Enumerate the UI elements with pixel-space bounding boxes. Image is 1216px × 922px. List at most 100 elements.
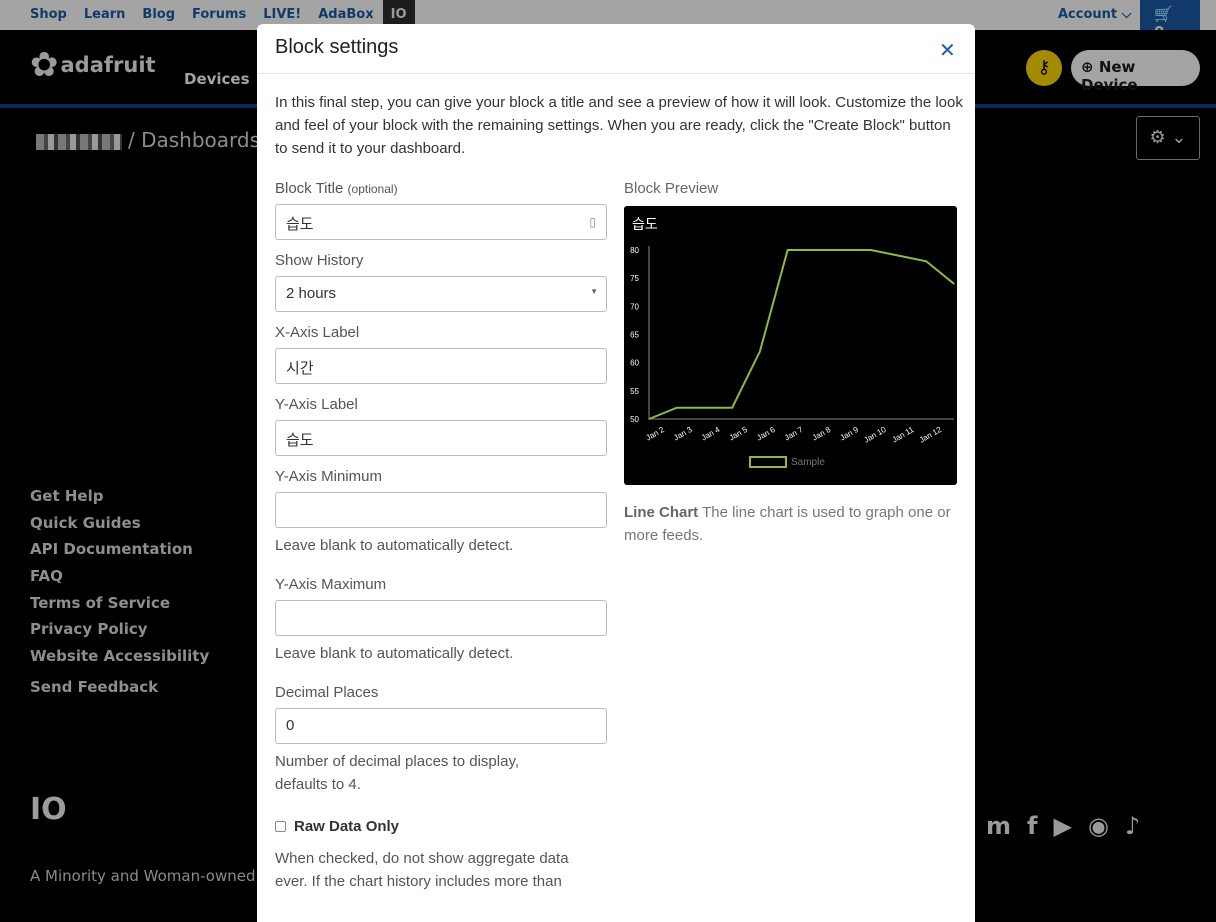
x-tick-label: Jan 4 <box>700 425 722 443</box>
caret-down-icon: ▼ <box>590 287 598 296</box>
preview-chart-title: 습도 <box>632 216 658 232</box>
chart-description: Line Chart The line chart is used to gra… <box>624 501 957 547</box>
optional-tag: (optional) <box>347 182 398 196</box>
data-point <box>814 249 816 251</box>
footer-link-terms[interactable]: Terms of Service <box>30 594 209 621</box>
raw-data-label: Raw Data Only <box>294 818 400 835</box>
youtube-icon[interactable]: ▶ <box>1053 812 1071 840</box>
mastodon-icon[interactable]: m <box>986 812 1011 840</box>
raw-data-help: When checked, do not show aggregate data… <box>275 850 569 890</box>
decimal-places-label: Decimal Places <box>275 684 379 701</box>
adafruit-star-icon: ✿ <box>30 45 59 85</box>
adafruit-logo[interactable]: ✿ adafruit <box>30 45 156 85</box>
modal-title: Block settings <box>275 36 399 58</box>
footer-link-api-docs[interactable]: API Documentation <box>30 540 209 567</box>
legend-label: Sample <box>791 457 825 468</box>
redacted-username <box>36 133 122 150</box>
tiktok-icon[interactable]: ♪ <box>1125 812 1140 840</box>
modal-header: Block settings ✕ <box>257 24 975 74</box>
gear-icon: ⚙ <box>1149 127 1166 148</box>
x-tick-label: Jan 7 <box>783 425 805 443</box>
decimal-places-value: 0 <box>286 717 295 734</box>
legend-swatch <box>749 456 787 468</box>
modal-intro: In this final step, you can give your bl… <box>275 94 963 157</box>
account-menu[interactable]: Account ⌵ <box>1058 7 1132 22</box>
chevron-down-icon: ⌄ <box>1171 127 1187 148</box>
footer-tagline: A Minority and Woman-owned <box>30 867 256 885</box>
y-axis-label-label: Y-Axis Label <box>275 396 358 413</box>
data-point <box>731 407 733 409</box>
block-title-label: Block Title (optional) <box>275 180 398 197</box>
footer-link-faq[interactable]: FAQ <box>30 567 209 594</box>
y-tick-label: 80 <box>630 246 639 255</box>
x-tick-label: Jan 8 <box>811 425 833 443</box>
footer-link-send-feedback[interactable]: Send Feedback <box>30 678 209 705</box>
close-icon[interactable]: ✕ <box>939 38 956 62</box>
y-tick-label: 70 <box>630 302 639 311</box>
y-tick-label: 55 <box>630 387 639 396</box>
nav-blog[interactable]: Blog <box>142 7 175 30</box>
key-icon[interactable]: ⚷ <box>1026 50 1062 86</box>
data-point <box>897 255 900 257</box>
data-point <box>953 283 955 285</box>
data-point <box>648 418 650 420</box>
facebook-icon[interactable]: f <box>1027 812 1037 840</box>
breadcrumb-dashboards[interactable]: / Dashboards <box>128 128 260 152</box>
x-tick-label: Jan 9 <box>838 425 860 443</box>
preview-column: Block Preview 습도 50 55 60 65 70 75 80 Jan 2 Jan … <box>624 180 957 547</box>
social-links: m f ▶ ◉ ♪ <box>986 812 1140 840</box>
line-chart: 50 55 60 65 70 75 80 Jan 2 Jan 3 Jan 4 Jan 5 Jan 6 J… <box>630 246 955 468</box>
x-tick-label: Jan 3 <box>672 425 694 443</box>
nav-forums[interactable]: Forums <box>192 7 246 30</box>
footer-link-accessibility[interactable]: Website Accessibility <box>30 647 209 674</box>
y-axis-min-input[interactable] <box>275 492 607 528</box>
raw-data-checkbox[interactable] <box>275 821 286 832</box>
nav-learn[interactable]: Learn <box>84 7 126 30</box>
devices-link[interactable]: Devices <box>184 70 250 88</box>
decimal-places-input[interactable]: 0 <box>275 708 607 744</box>
plus-circle-icon: ⊕ <box>1081 58 1094 76</box>
github-icon[interactable]: ◉ <box>1088 812 1109 840</box>
chart-type-name: Line Chart <box>624 504 699 521</box>
footer-links: Get Help Quick Guides API Documentation … <box>30 487 209 705</box>
block-title-value: 습도 <box>286 216 314 233</box>
y-tick-label: 75 <box>630 274 639 283</box>
y-axis-max-label: Y-Axis Maximum <box>275 576 387 593</box>
data-point <box>870 249 872 251</box>
footer-link-get-help[interactable]: Get Help <box>30 487 209 514</box>
decimal-places-help: Number of decimal places to display, def… <box>275 753 519 793</box>
x-axis-label-value: 시간 <box>286 360 314 377</box>
block-title-input[interactable]: 습도 ▯ <box>275 204 607 240</box>
block-preview-label: Block Preview <box>624 180 719 197</box>
data-point <box>759 350 761 352</box>
raw-data-row: Raw Data Only <box>275 818 607 835</box>
new-device-button[interactable]: ⊕ New Device <box>1071 50 1200 94</box>
block-preview: 습도 50 55 60 65 70 75 80 Jan 2 Jan 3 Jan 4 Jan 5 Jan… <box>624 206 957 485</box>
y-tick-label: 50 <box>630 415 639 424</box>
dashboard-settings-button[interactable]: ⚙ ⌄ <box>1136 116 1200 160</box>
block-settings-modal: Block settings ✕ In this final step, you… <box>257 24 975 922</box>
series-line <box>648 249 955 420</box>
footer-link-privacy[interactable]: Privacy Policy <box>30 620 209 647</box>
y-axis-min-label: Y-Axis Minimum <box>275 468 382 485</box>
x-tick-label: Jan 2 <box>644 425 666 443</box>
io-logo: IO <box>30 792 67 827</box>
data-point <box>842 249 844 251</box>
y-tick-label: 60 <box>630 359 639 368</box>
y-axis-min-help: Leave blank to automatically detect. <box>275 537 514 554</box>
show-history-select[interactable]: 2 hours ▼ <box>275 276 607 312</box>
x-tick-label: Jan 10 <box>862 425 888 445</box>
y-axis-label-value: 습도 <box>286 432 314 449</box>
data-point <box>925 260 927 262</box>
footer-link-quick-guides[interactable]: Quick Guides <box>30 514 209 541</box>
logo-text: adafruit <box>60 53 156 77</box>
data-point <box>703 407 706 409</box>
x-axis-label-input[interactable]: 시간 <box>275 348 607 384</box>
y-axis-max-input[interactable] <box>275 600 607 636</box>
show-history-value: 2 hours <box>286 285 337 302</box>
data-point <box>787 249 789 251</box>
y-axis-label-input[interactable]: 습도 <box>275 420 607 456</box>
settings-form: Block Title (optional) 습도 ▯ Show History… <box>275 180 607 893</box>
cart-button[interactable]: 🛒 0 <box>1140 0 1200 41</box>
nav-shop[interactable]: Shop <box>30 7 67 30</box>
